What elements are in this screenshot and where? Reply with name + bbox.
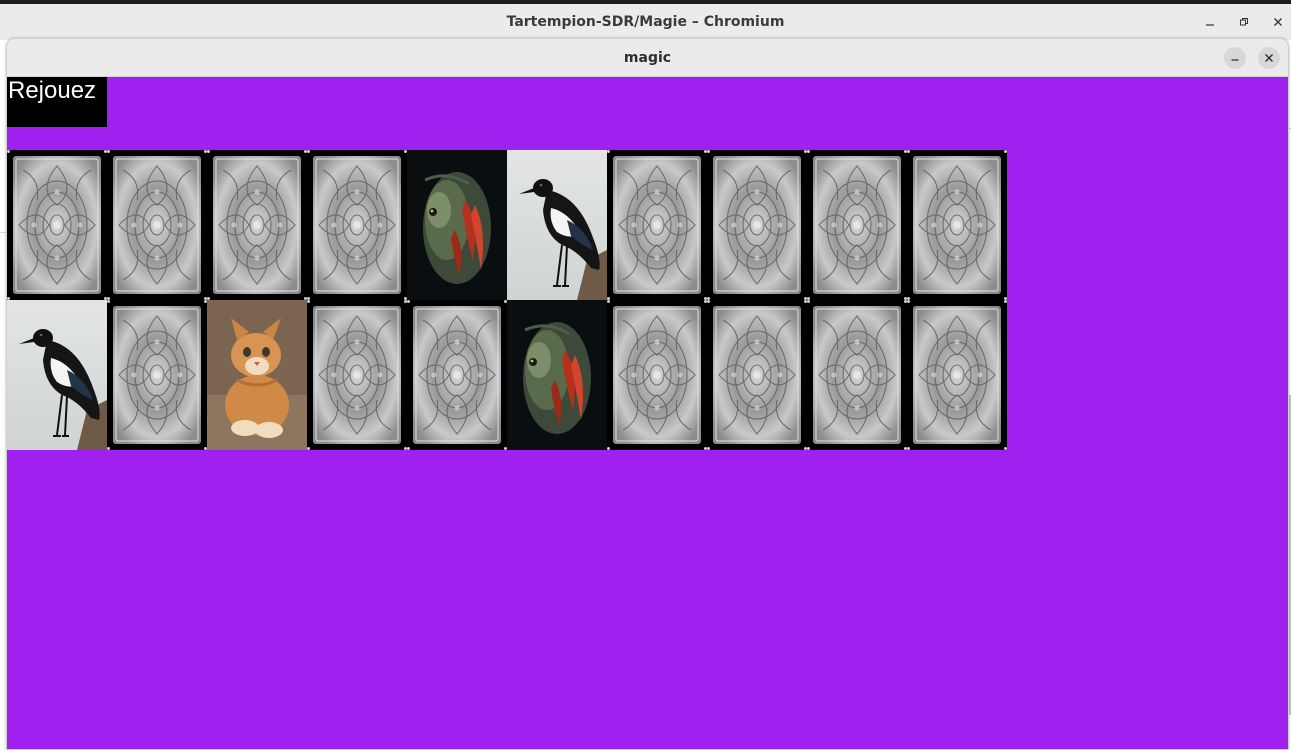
card-back[interactable]	[707, 300, 807, 450]
card-back[interactable]	[307, 300, 407, 450]
card-back[interactable]	[807, 150, 907, 300]
restore-icon[interactable]	[1234, 12, 1254, 32]
card-face-kitten[interactable]	[207, 300, 307, 450]
app-header-bar: magic	[7, 39, 1288, 77]
card-back[interactable]	[707, 150, 807, 300]
replay-button[interactable]: Rejouez	[7, 77, 107, 127]
card-face-magpie[interactable]	[7, 300, 107, 450]
browser-title-bar: Tartempion-SDR/Magie – Chromium	[0, 4, 1291, 40]
game-area: Rejouez	[7, 77, 1288, 749]
close-button[interactable]	[1258, 47, 1280, 69]
card-back[interactable]	[907, 300, 1007, 450]
app-window-title: magic	[623, 50, 672, 66]
minimize-icon[interactable]	[1200, 12, 1220, 32]
app-window: magic Rejouez	[6, 38, 1289, 750]
card-back[interactable]	[607, 150, 707, 300]
close-icon[interactable]	[1268, 12, 1288, 32]
browser-window-title: Tartempion-SDR/Magie – Chromium	[506, 14, 785, 30]
card-back[interactable]	[407, 300, 507, 450]
minimize-button[interactable]	[1224, 47, 1246, 69]
card-back[interactable]	[807, 300, 907, 450]
replay-label: Rejouez	[8, 77, 97, 104]
card-face-fish[interactable]	[507, 300, 607, 450]
card-face-fish[interactable]	[407, 150, 507, 300]
card-back[interactable]	[107, 150, 207, 300]
close-icon	[1265, 54, 1273, 62]
card-grid	[7, 150, 1007, 450]
card-back[interactable]	[607, 300, 707, 450]
card-back[interactable]	[207, 150, 307, 300]
card-back[interactable]	[907, 150, 1007, 300]
card-face-magpie[interactable]	[507, 150, 607, 300]
card-back[interactable]	[7, 150, 107, 300]
minimize-icon	[1231, 59, 1239, 61]
card-back[interactable]	[107, 300, 207, 450]
card-back[interactable]	[307, 150, 407, 300]
